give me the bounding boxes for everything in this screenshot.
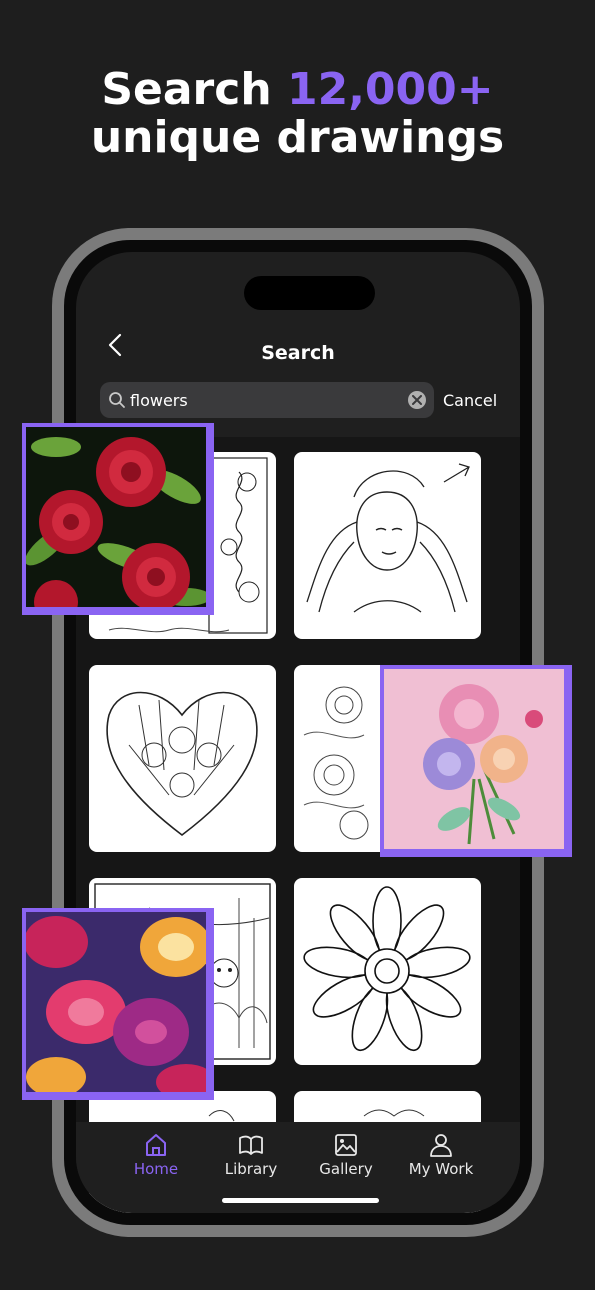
- tab-gallery-label: Gallery: [319, 1160, 373, 1178]
- search-input[interactable]: [130, 382, 400, 418]
- woman-portrait-drawing: [306, 463, 470, 613]
- home-icon: [146, 1134, 166, 1156]
- book-icon: [239, 1135, 263, 1155]
- tab-library[interactable]: Library: [201, 1122, 301, 1182]
- tab-my-work-label: My Work: [408, 1160, 474, 1178]
- drawing-card[interactable]: [294, 878, 481, 1065]
- tab-my-work[interactable]: My Work: [391, 1122, 491, 1182]
- orchids-artwork: [26, 916, 206, 1092]
- search-icon: [109, 392, 125, 408]
- close-icon: [412, 395, 422, 405]
- clear-search-button[interactable]: [408, 391, 426, 409]
- tab-home-label: Home: [133, 1160, 179, 1178]
- nav-bar: Search: [76, 324, 520, 374]
- colored-orchids-preview: [22, 908, 214, 1100]
- drawing-card[interactable]: [89, 665, 276, 852]
- headline-prefix: Search: [101, 64, 272, 115]
- headline-line2: unique drawings: [90, 112, 505, 163]
- colored-bouquet-preview: [380, 665, 572, 857]
- home-indicator: [222, 1198, 379, 1203]
- cancel-button[interactable]: Cancel: [443, 391, 497, 410]
- person-icon: [430, 1134, 452, 1157]
- dynamic-island: [244, 276, 375, 310]
- colored-roses-preview: [22, 423, 214, 615]
- leaf-heart-drawing: [106, 691, 258, 837]
- page-title: Search: [261, 342, 335, 364]
- tab-library-label: Library: [224, 1160, 278, 1178]
- roses-artwork: [26, 437, 206, 607]
- headline: Search 12,000+ unique drawings: [0, 66, 595, 162]
- image-icon: [335, 1134, 357, 1156]
- daisy-drawing: [303, 886, 471, 1052]
- bouquet-artwork: [423, 684, 543, 845]
- headline-accent: 12,000+: [286, 64, 494, 115]
- search-bar[interactable]: [100, 382, 434, 418]
- headline-line1: Search 12,000+: [0, 66, 595, 114]
- tab-gallery[interactable]: Gallery: [296, 1122, 396, 1182]
- tab-home[interactable]: Home: [106, 1122, 206, 1182]
- drawing-card[interactable]: [294, 452, 481, 639]
